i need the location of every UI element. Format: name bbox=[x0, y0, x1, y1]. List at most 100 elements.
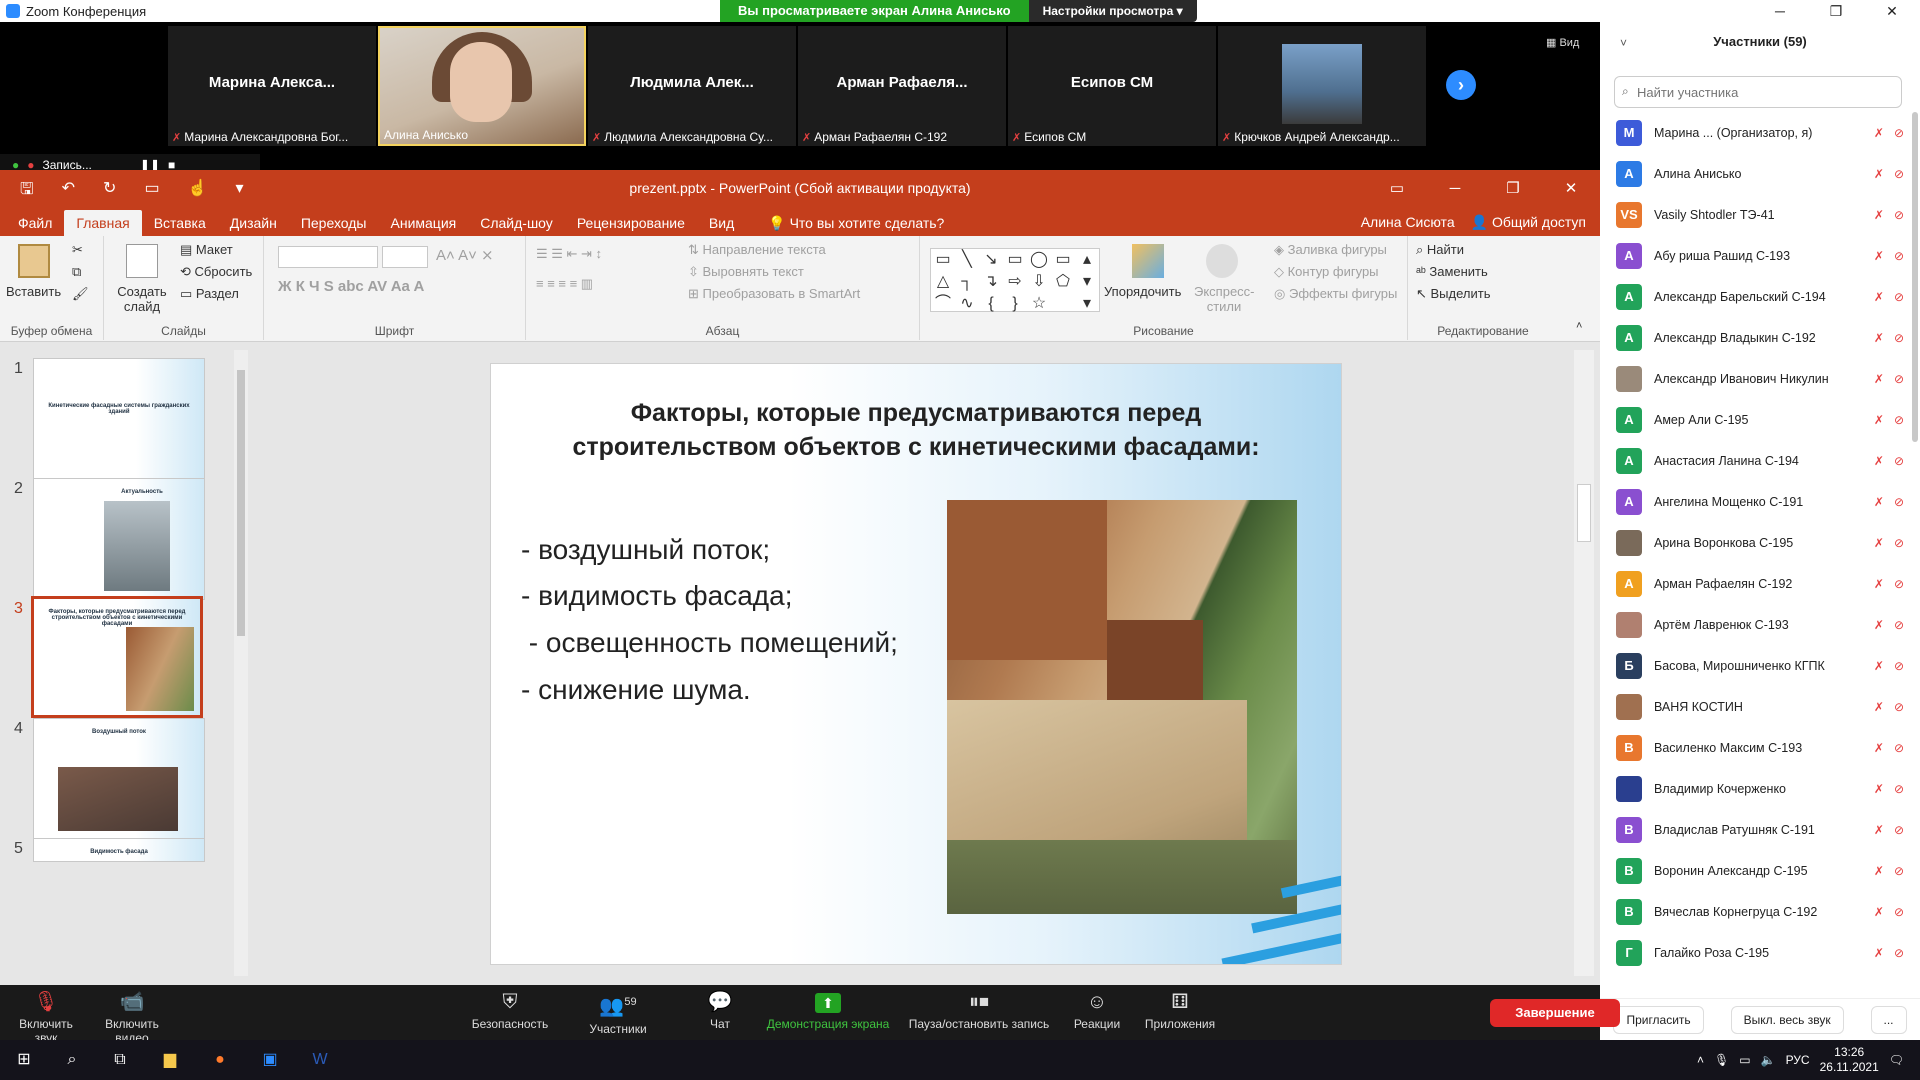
close-icon[interactable]: ✕ bbox=[1864, 0, 1920, 22]
video-tile[interactable]: Арман Рафаеля... ✗ Арман Рафаелян С-192 bbox=[798, 26, 1006, 146]
slide-canvas[interactable]: Факторы, которые предусматриваются перед… bbox=[490, 363, 1342, 965]
mic-muted-icon[interactable]: ✗ bbox=[1874, 946, 1884, 960]
mute-all-button[interactable]: Выкл. весь звук bbox=[1730, 1005, 1844, 1034]
video-off-icon[interactable]: ⊘ bbox=[1894, 413, 1904, 427]
tab-insert[interactable]: Вставка bbox=[142, 210, 218, 236]
arrange-button[interactable]: Упорядочить bbox=[1104, 284, 1181, 299]
copy-icon[interactable]: ⧉ bbox=[72, 264, 81, 280]
zoom-app-icon[interactable]: ▣ bbox=[258, 1048, 282, 1072]
chevron-up-icon[interactable]: ˄ bbox=[1697, 1053, 1704, 1067]
align-text-button[interactable]: ⇳ Выровнять текст bbox=[688, 264, 804, 280]
video-off-icon[interactable]: ⊘ bbox=[1894, 659, 1904, 673]
apps-button[interactable]: ⚅ Приложения bbox=[1142, 985, 1218, 1040]
participant-row[interactable]: ВАНЯ КОСТИН ✗ ⊘ bbox=[1600, 686, 1912, 727]
firefox-icon[interactable]: ● bbox=[208, 1048, 232, 1072]
font-name-input[interactable] bbox=[278, 246, 378, 268]
mic-muted-icon[interactable]: ✗ bbox=[1874, 536, 1884, 550]
new-slide-button[interactable]: Создать слайд bbox=[112, 284, 172, 314]
list-icons[interactable]: ☰ ☰ ⇤ ⇥ ↕ bbox=[536, 246, 602, 262]
view-label[interactable]: ▦ Вид bbox=[1546, 36, 1579, 49]
mic-muted-icon[interactable]: ✗ bbox=[1874, 741, 1884, 755]
participant-row[interactable]: Арина Воронкова С-195 ✗ ⊘ bbox=[1600, 522, 1912, 563]
slide-thumbnail[interactable]: Воздушный поток bbox=[33, 718, 205, 840]
video-off-icon[interactable]: ⊘ bbox=[1894, 823, 1904, 837]
new-slide-icon[interactable] bbox=[126, 244, 158, 278]
search-icon[interactable]: ⌕ bbox=[60, 1048, 84, 1072]
chat-button[interactable]: 💬 Чат bbox=[700, 985, 740, 1040]
font-size-input[interactable] bbox=[382, 246, 428, 268]
participant-row[interactable]: М Марина ... (Организатор, я) ✗ ⊘ bbox=[1600, 112, 1912, 153]
participants-scrollbar[interactable] bbox=[1912, 112, 1918, 442]
mic-muted-icon[interactable]: ✗ bbox=[1874, 331, 1884, 345]
paste-icon[interactable] bbox=[18, 244, 50, 278]
windows-start-icon[interactable]: ⊞ bbox=[12, 1048, 36, 1072]
video-tile[interactable]: Людмила Алек... ✗ Людмила Александровна С… bbox=[588, 26, 796, 146]
mic-muted-icon[interactable]: ✗ bbox=[1874, 208, 1884, 222]
replace-button[interactable]: ᵃᵇ Заменить bbox=[1416, 264, 1488, 279]
video-off-icon[interactable]: ⊘ bbox=[1894, 741, 1904, 755]
tab-review[interactable]: Рецензирование bbox=[565, 210, 697, 236]
language-indicator[interactable]: РУС bbox=[1786, 1053, 1810, 1067]
participant-row[interactable]: А Ангелина Мощенко С-191 ✗ ⊘ bbox=[1600, 481, 1912, 522]
start-video-button[interactable]: 📹 Включить видео bbox=[92, 985, 172, 1045]
video-tile[interactable]: ✗ Крючков Андрей Александр... bbox=[1218, 26, 1426, 146]
next-page-button[interactable]: › bbox=[1446, 70, 1476, 100]
quick-styles-button[interactable]: Экспресс-стили bbox=[1194, 284, 1255, 314]
tell-me-search[interactable]: 💡 Что вы хотите сделать? bbox=[756, 210, 956, 236]
security-button[interactable]: ⛨ Безопасность bbox=[470, 985, 550, 1040]
video-off-icon[interactable]: ⊘ bbox=[1894, 577, 1904, 591]
search-participant-input[interactable] bbox=[1614, 76, 1902, 108]
participant-row[interactable]: А Александр Владыкин С-192 ✗ ⊘ bbox=[1600, 317, 1912, 358]
scroll-thumb[interactable] bbox=[237, 370, 245, 636]
video-off-icon[interactable]: ⊘ bbox=[1894, 454, 1904, 468]
format-painter-icon[interactable]: 🖌 bbox=[72, 286, 89, 302]
volume-icon[interactable]: 🔈 bbox=[1761, 1053, 1776, 1067]
reactions-button[interactable]: ☺ Реакции bbox=[1070, 985, 1124, 1040]
restore-icon[interactable]: ❐ bbox=[1808, 0, 1864, 22]
section-button[interactable]: ▭ Раздел bbox=[180, 286, 239, 302]
clock[interactable]: 13:26 26.11.2021 bbox=[1820, 1045, 1879, 1075]
collapse-ribbon-icon[interactable]: ˄ bbox=[1576, 320, 1582, 332]
participants-button[interactable]: 👥59 Участники bbox=[584, 985, 652, 1040]
mic-muted-icon[interactable]: ✗ bbox=[1874, 618, 1884, 632]
participant-row[interactable]: Артём Лавренюк С-193 ✗ ⊘ bbox=[1600, 604, 1912, 645]
view-settings-button[interactable]: Настройки просмотра ▾ bbox=[1028, 0, 1197, 22]
video-off-icon[interactable]: ⊘ bbox=[1894, 700, 1904, 714]
participant-row[interactable]: А Амер Али С-195 ✗ ⊘ bbox=[1600, 399, 1912, 440]
network-icon[interactable]: ▭ bbox=[1739, 1053, 1750, 1067]
arrange-icon[interactable] bbox=[1132, 244, 1164, 278]
video-off-icon[interactable]: ⊘ bbox=[1894, 208, 1904, 222]
tab-slideshow[interactable]: Слайд-шоу bbox=[468, 210, 565, 236]
video-tile[interactable]: Есипов СМ ✗ Есипов СМ bbox=[1008, 26, 1216, 146]
shape-fill-button[interactable]: ◈ Заливка фигуры bbox=[1274, 242, 1387, 258]
mic-muted-icon[interactable]: ✗ bbox=[1874, 864, 1884, 878]
video-off-icon[interactable]: ⊘ bbox=[1894, 905, 1904, 919]
align-icons[interactable]: ≡ ≡ ≡ ≡ ▥ bbox=[536, 276, 593, 292]
notification-icon[interactable]: 🗨 bbox=[1889, 1053, 1904, 1067]
slide-bullet[interactable]: - воздушный поток; bbox=[521, 534, 770, 566]
mic-muted-icon[interactable]: ✗ bbox=[1874, 167, 1884, 181]
video-off-icon[interactable]: ⊘ bbox=[1894, 864, 1904, 878]
font-grow-shrink-icon[interactable]: A˄ A˅ ⨯ bbox=[436, 246, 494, 264]
ribbon-options-icon[interactable]: ▭ bbox=[1368, 170, 1426, 208]
participant-row[interactable]: В Василенко Максим С-193 ✗ ⊘ bbox=[1600, 727, 1912, 768]
mic-muted-icon[interactable]: ✗ bbox=[1874, 577, 1884, 591]
layout-button[interactable]: ▤ Макет bbox=[180, 242, 233, 258]
slide-title[interactable]: Факторы, которые предусматриваются перед… bbox=[551, 396, 1281, 464]
slide-thumbnail[interactable]: Кинетические фасадные системы граждански… bbox=[33, 358, 205, 480]
invite-button[interactable]: Пригласить bbox=[1613, 1005, 1704, 1034]
pause-record-button[interactable]: ⏸⏹ Пауза/остановить запись bbox=[906, 985, 1052, 1040]
video-off-icon[interactable]: ⊘ bbox=[1894, 536, 1904, 550]
find-button[interactable]: ⌕ Найти bbox=[1416, 242, 1464, 258]
mic-muted-icon[interactable]: ✗ bbox=[1874, 372, 1884, 386]
smartart-button[interactable]: ⊞ Преобразовать в SmartArt bbox=[688, 286, 860, 302]
video-off-icon[interactable]: ⊘ bbox=[1894, 782, 1904, 796]
participant-row[interactable]: А Абу риша Рашид С-193 ✗ ⊘ bbox=[1600, 235, 1912, 276]
participant-row[interactable]: В Вячеслав Корнегруца С-192 ✗ ⊘ bbox=[1600, 891, 1912, 932]
video-off-icon[interactable]: ⊘ bbox=[1894, 331, 1904, 345]
thumbnails-scrollbar[interactable] bbox=[234, 350, 248, 976]
mic-muted-icon[interactable]: ✗ bbox=[1874, 782, 1884, 796]
slide-bullet[interactable]: - снижение шума. bbox=[521, 674, 751, 706]
video-off-icon[interactable]: ⊘ bbox=[1894, 946, 1904, 960]
minimize-icon[interactable]: ─ bbox=[1752, 0, 1808, 22]
